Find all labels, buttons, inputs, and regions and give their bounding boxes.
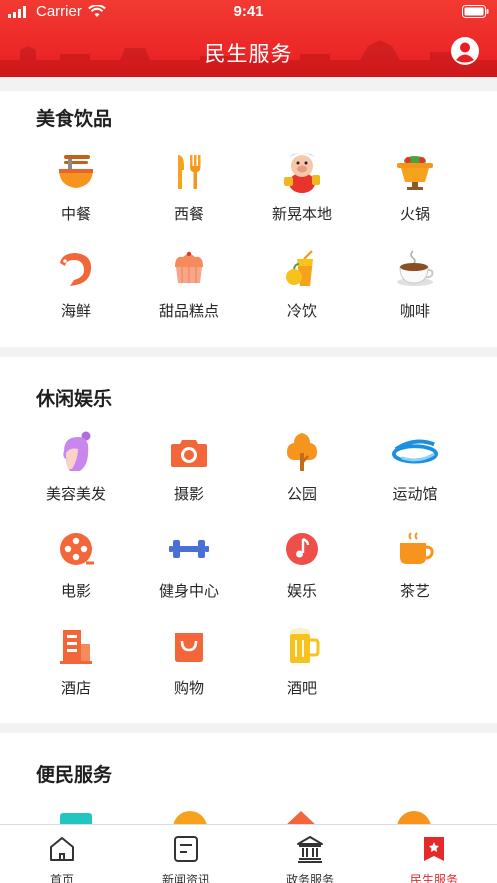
category-item-hotel[interactable]: 酒店: [20, 623, 132, 698]
home-icon: [50, 837, 74, 861]
livelihood-icon: [424, 837, 444, 861]
category-item-chinese-food[interactable]: 中餐: [20, 149, 132, 224]
category-item-cold-drink[interactable]: 冷饮: [246, 246, 358, 321]
category-label: 娱乐: [286, 583, 317, 600]
category-label: 甜品糕点: [158, 303, 219, 320]
category-item-beauty[interactable]: 美容美发: [20, 429, 132, 504]
music-note-icon: [279, 526, 325, 572]
battery-icon: [462, 5, 489, 18]
cake-icon: [166, 246, 212, 292]
category-label: 摄影: [173, 486, 204, 503]
tab-label: 新闻资讯: [161, 873, 210, 883]
section-title: 便民服务: [36, 765, 113, 786]
category-label: 茶艺: [399, 583, 430, 600]
category-item-stadium[interactable]: 运动馆: [359, 429, 471, 504]
category-item-western-food[interactable]: 西餐: [133, 149, 245, 224]
hotpot-icon: [392, 149, 438, 195]
cold-drink-icon: [279, 246, 325, 292]
section-food: 美食饮品 中餐 西餐 新晃本地 火锅 海鲜 甜品糕点 冷饮 咖啡: [0, 91, 497, 347]
category-item-hotpot[interactable]: 火锅: [359, 149, 471, 224]
category-item-fitness[interactable]: 健身中心: [133, 526, 245, 601]
tab-label: 政务服务: [285, 873, 334, 883]
camera-icon: [166, 429, 212, 475]
status-bar: Carrier 9:41: [0, 0, 497, 24]
category-label: 健身中心: [158, 583, 219, 600]
noodle-bowl-icon: [53, 149, 99, 195]
category-label: 冷饮: [286, 303, 317, 320]
tab-label: 民生服务: [409, 873, 458, 883]
government-icon: [297, 836, 323, 863]
shopping-bag-icon: [166, 623, 212, 669]
dumbbell-icon: [166, 526, 212, 572]
service-orange-icon[interactable]: [173, 811, 207, 824]
category-item-local[interactable]: 新晃本地: [246, 149, 358, 224]
category-label: 中餐: [60, 206, 91, 223]
category-item-entertainment[interactable]: 娱乐: [246, 526, 358, 601]
category-label: 新晃本地: [271, 206, 332, 223]
hotel-icon: [53, 623, 99, 669]
beauty-icon: [53, 429, 99, 475]
news-icon: [174, 836, 198, 862]
category-item-dessert[interactable]: 甜品糕点: [133, 246, 245, 321]
page-title: 民生服务: [204, 43, 293, 66]
mascot-icon: [279, 149, 325, 195]
category-label: 运动馆: [392, 486, 438, 503]
header-bar: Carrier 9:41 民生服务: [0, 0, 497, 77]
category-item-park[interactable]: 公园: [246, 429, 358, 504]
tab-label: 首页: [49, 873, 74, 883]
category-item-bar[interactable]: 酒吧: [246, 623, 358, 698]
category-label: 美容美发: [45, 486, 106, 503]
category-label: 购物: [173, 680, 204, 697]
category-label: 电影: [60, 583, 91, 600]
tab-bar: 首页 新闻资讯 政务服务 民生服务: [0, 824, 497, 883]
beer-icon: [279, 623, 325, 669]
category-label: 西餐: [173, 206, 204, 223]
category-label: 海鲜: [60, 303, 91, 320]
tree-icon: [279, 429, 325, 475]
category-item-photography[interactable]: 摄影: [133, 429, 245, 504]
category-label: 酒店: [60, 680, 91, 697]
coffee-icon: [392, 246, 438, 292]
category-item-shopping[interactable]: 购物: [133, 623, 245, 698]
category-label: 咖啡: [399, 303, 430, 320]
category-item-movie[interactable]: 电影: [20, 526, 132, 601]
film-reel-icon: [53, 526, 99, 572]
tab-news[interactable]: 新闻资讯: [124, 835, 248, 883]
service-teal-icon[interactable]: [60, 813, 92, 824]
section-title: 休闲娱乐: [36, 389, 113, 410]
category-label: 公园: [286, 486, 317, 503]
category-label: 酒吧: [286, 680, 317, 697]
category-item-tea[interactable]: 茶艺: [359, 526, 471, 601]
tea-cup-icon: [392, 526, 438, 572]
service-compass-icon[interactable]: [397, 811, 431, 824]
stadium-icon: [392, 429, 438, 475]
tab-livelihood[interactable]: 民生服务: [372, 835, 496, 883]
status-time: 9:41: [233, 3, 264, 20]
user-profile-icon[interactable]: [450, 36, 480, 66]
service-roof-icon[interactable]: [284, 811, 318, 824]
section-services: 便民服务: [0, 733, 497, 824]
fork-knife-icon: [166, 149, 212, 195]
tab-home[interactable]: 首页: [0, 835, 124, 883]
section-title: 美食饮品: [36, 109, 113, 130]
category-label: 火锅: [399, 206, 430, 223]
category-item-seafood[interactable]: 海鲜: [20, 246, 132, 321]
shrimp-icon: [53, 246, 99, 292]
category-item-coffee[interactable]: 咖啡: [359, 246, 471, 321]
tab-government[interactable]: 政务服务: [248, 835, 372, 883]
section-leisure: 休闲娱乐 美容美发 摄影 公园 运动馆 电影 健身中心 娱乐 茶艺 酒店 购物 …: [0, 357, 497, 723]
